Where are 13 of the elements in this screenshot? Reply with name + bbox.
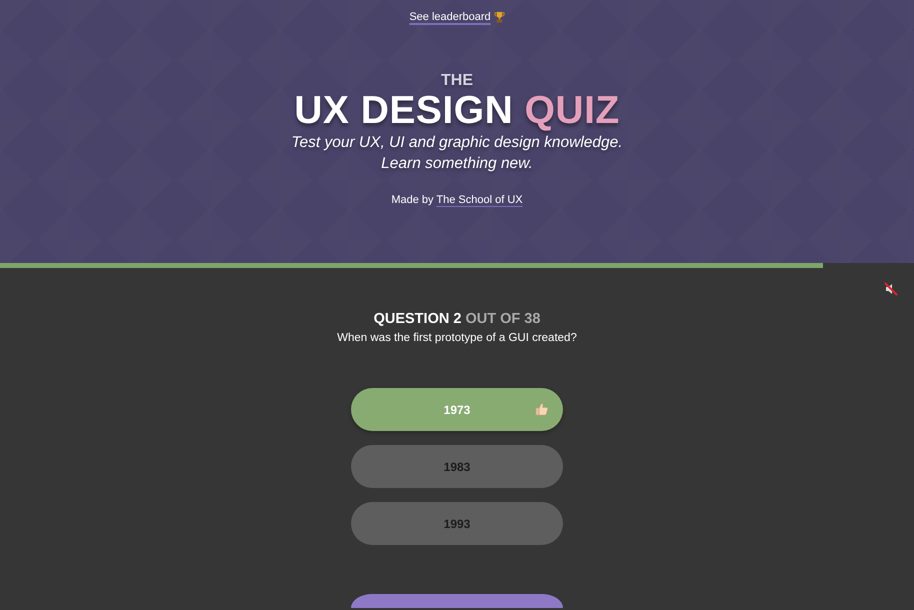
subtitle: Test your UX, UI and graphic design knowledge. Learn something new. (290, 133, 624, 174)
question-heading: QUESTION 2 OUT OF 38 (372, 310, 542, 328)
credit-link[interactable]: The School of UX (436, 194, 523, 206)
thumbs-up-icon (535, 402, 549, 416)
question-text: When was the first prototype of a GUI created? (336, 331, 578, 346)
action-button[interactable] (351, 594, 563, 608)
answer-button[interactable]: 1973 (351, 388, 563, 432)
title-prefix: THE (440, 72, 474, 90)
trophy-icon (494, 11, 505, 24)
credit-text: Made by The School of UX (390, 193, 524, 208)
leaderboard-link[interactable]: See leaderboard (409, 9, 505, 26)
quiz-title: UX DESIGN QUIZ (293, 90, 621, 132)
mute-icon[interactable] (884, 282, 898, 296)
